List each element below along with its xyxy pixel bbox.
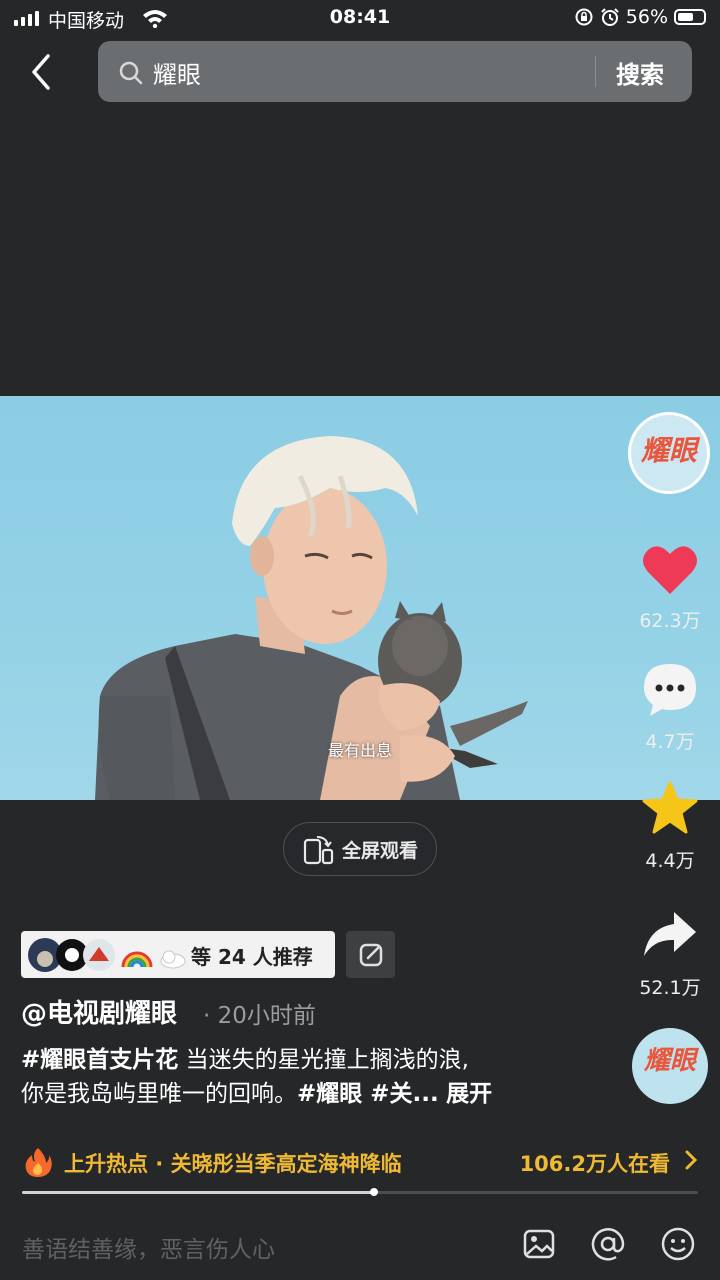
video-progress-bar[interactable] (22, 1188, 698, 1196)
image-icon[interactable] (521, 1226, 557, 1262)
recommend-text: 等 24 人推荐 (191, 945, 313, 969)
fullscreen-button[interactable]: 全屏观看 (283, 822, 437, 876)
chevron-right-icon (685, 1150, 698, 1170)
expand-button[interactable]: 展开 (446, 1081, 492, 1107)
alarm-icon (601, 8, 619, 26)
search-bar[interactable]: 耀眼 搜索 (98, 41, 692, 102)
hot-topic-title: 上升热点 · 关晓彤当季高定海神降临 (64, 1152, 402, 1176)
comment-icon[interactable] (640, 660, 700, 718)
hot-viewer-count: 106.2万人在看 (519, 1152, 670, 1176)
share-count: 52.1万 (639, 977, 701, 999)
like-count: 62.3万 (639, 610, 701, 632)
hashtag-link[interactable]: #耀眼首支片花 (21, 1047, 178, 1073)
comment-count: 4.7万 (645, 731, 695, 753)
post-time-text: 20小时前 (217, 1003, 316, 1029)
account-avatar[interactable]: 耀眼 (628, 412, 710, 494)
fire-icon (25, 1148, 52, 1177)
post-time: · 20小时前 (203, 1003, 316, 1029)
desc-line-1: 当迷失的星光撞上搁浅的浪, (185, 1047, 469, 1073)
desc-line-2: 你是我岛屿里唯一的回响。 (21, 1081, 297, 1107)
author-name[interactable]: @电视剧耀眼 (21, 993, 177, 1030)
search-input[interactable]: 耀眼 (153, 55, 201, 90)
hot-topic-bar[interactable]: 上升热点 · 关晓彤当季高定海神降临 106.2万人在看 (24, 1145, 700, 1179)
video-player[interactable]: 最有出息 (0, 396, 720, 800)
rotation-lock-icon (575, 8, 593, 26)
share-icon[interactable] (640, 906, 700, 962)
fullscreen-label: 全屏观看 (342, 840, 419, 862)
tags-link[interactable]: #耀眼 #关... (297, 1081, 439, 1107)
search-icon (119, 61, 143, 85)
music-disc-logo: 耀眼 (643, 1046, 696, 1076)
search-divider (595, 56, 596, 87)
back-icon[interactable] (26, 52, 60, 92)
video-subtitle: 最有出息 (327, 741, 392, 760)
progress-fill (22, 1191, 374, 1194)
music-disc-avatar[interactable]: 耀眼 (632, 1028, 708, 1104)
recommend-chip[interactable]: 等 24 人推荐 (21, 931, 335, 978)
emoji-icon[interactable] (660, 1226, 696, 1262)
recommender-avatars (28, 938, 186, 972)
battery-percent: 56% (625, 6, 668, 28)
comment-input[interactable]: 善语结善缘，恶言伤人心 (22, 1230, 275, 1264)
mention-icon[interactable] (590, 1226, 626, 1262)
favorite-star-icon[interactable] (640, 780, 700, 836)
edit-icon (359, 943, 383, 967)
favorite-count: 4.4万 (645, 850, 695, 872)
search-button[interactable]: 搜索 (616, 55, 664, 90)
battery-icon (674, 9, 706, 25)
edit-recommend-button[interactable] (346, 931, 395, 978)
rotate-screen-icon (303, 836, 334, 865)
status-bar: 中国移动 08:41 56% (0, 0, 720, 36)
like-icon[interactable] (640, 542, 700, 598)
account-logo: 耀眼 (640, 434, 697, 467)
progress-knob[interactable] (369, 1188, 378, 1196)
post-description: #耀眼首支片花 当迷失的星光撞上搁浅的浪, 你是我岛屿里唯一的回响。#耀眼 #关… (21, 1043, 621, 1111)
